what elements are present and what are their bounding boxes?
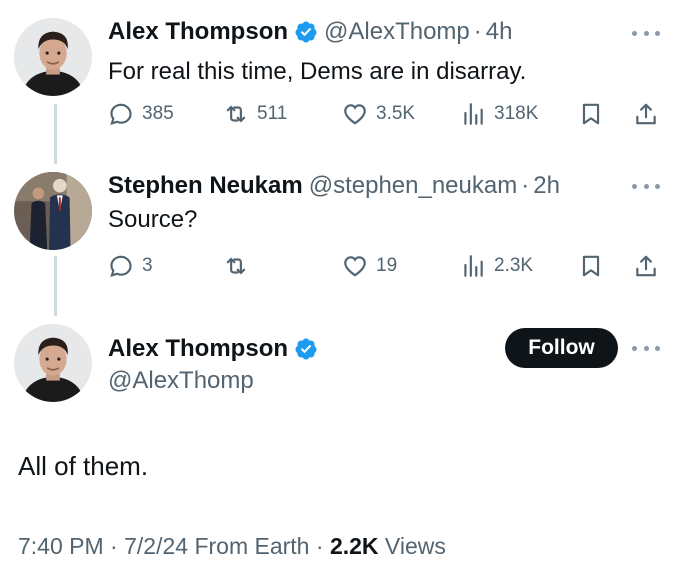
like-icon	[342, 253, 368, 279]
tweet-text: For real this time, Dems are in disarray…	[108, 58, 527, 85]
more-icon[interactable]	[632, 181, 660, 191]
more-icon[interactable]	[632, 343, 660, 353]
tweet-time[interactable]: 4h	[486, 17, 513, 47]
tweet-date[interactable]: 7/2/24	[124, 533, 188, 559]
verified-icon	[294, 337, 318, 361]
reply-icon	[108, 101, 134, 127]
reply-count: 385	[142, 103, 174, 124]
tweet-header: Stephen Neukam @stephen_neukam · 2h	[108, 171, 560, 201]
like-button[interactable]: 19	[342, 250, 397, 282]
reply-icon	[108, 253, 134, 279]
tweet-meta: 7:40 PM · 7/2/24 From Earth · 2.2K Views	[18, 531, 446, 561]
views-button[interactable]: 318K	[460, 98, 538, 130]
views-button[interactable]: 2.3K	[460, 250, 533, 282]
views-icon	[460, 101, 486, 127]
tweet-header: Alex Thompson @AlexThomp · 4h	[108, 17, 512, 47]
bookmark-button[interactable]	[578, 250, 604, 282]
author-handle[interactable]: @AlexThomp	[108, 366, 254, 396]
separator-dot: ·	[473, 18, 482, 45]
share-icon	[633, 253, 659, 279]
views-count: 318K	[494, 103, 539, 124]
like-count: 19	[376, 255, 398, 276]
tweet-time[interactable]: 2h	[533, 171, 560, 201]
bookmark-icon	[578, 101, 604, 127]
author-handle[interactable]: @AlexThomp	[324, 17, 470, 47]
follow-button[interactable]: Follow	[505, 328, 618, 368]
separator-dot: ·	[315, 533, 324, 559]
views-label: Views	[384, 533, 446, 559]
share-button[interactable]	[633, 250, 659, 282]
bookmark-button[interactable]	[578, 98, 604, 130]
avatar[interactable]	[14, 324, 92, 402]
views-count: 2.3K	[494, 255, 534, 276]
views-icon	[460, 253, 486, 279]
retweet-icon	[223, 253, 249, 279]
reply-button[interactable]: 385	[108, 98, 174, 130]
tweet-actions: 385 511 3.5K 318K	[108, 98, 662, 130]
share-button[interactable]	[633, 98, 659, 130]
tweet-source: From Earth	[194, 533, 310, 559]
verified-icon	[294, 20, 318, 44]
author-name[interactable]: Alex Thompson	[108, 17, 288, 47]
separator-dot: ·	[110, 533, 118, 559]
like-icon	[342, 101, 368, 127]
retweet-button[interactable]: 511	[223, 98, 287, 130]
tweet-text: All of them.	[18, 451, 149, 481]
author-name-row: Alex Thompson	[108, 334, 318, 364]
like-count: 3.5K	[376, 103, 416, 124]
separator-dot: ·	[521, 172, 530, 199]
retweet-icon	[223, 101, 249, 127]
tweet-actions: 3 19 2.3K	[108, 250, 662, 282]
tweet-time[interactable]: 7:40 PM	[18, 533, 104, 559]
avatar[interactable]	[14, 18, 92, 96]
views-count: 2.2K	[329, 533, 379, 559]
retweet-count: 511	[257, 103, 288, 124]
more-icon[interactable]	[632, 28, 660, 38]
author-name[interactable]: Alex Thompson	[108, 334, 288, 364]
tweet-text: Source?	[108, 206, 198, 233]
share-icon	[633, 101, 659, 127]
thread-connector	[54, 256, 57, 316]
like-button[interactable]: 3.5K	[342, 98, 415, 130]
reply-button[interactable]: 3	[108, 250, 153, 282]
bookmark-icon	[578, 253, 604, 279]
author-handle[interactable]: @stephen_neukam	[309, 171, 518, 201]
thread-connector	[54, 104, 57, 164]
reply-count: 3	[142, 255, 153, 276]
author-name[interactable]: Stephen Neukam	[108, 171, 303, 201]
retweet-button[interactable]	[223, 250, 257, 282]
avatar[interactable]	[14, 172, 92, 250]
